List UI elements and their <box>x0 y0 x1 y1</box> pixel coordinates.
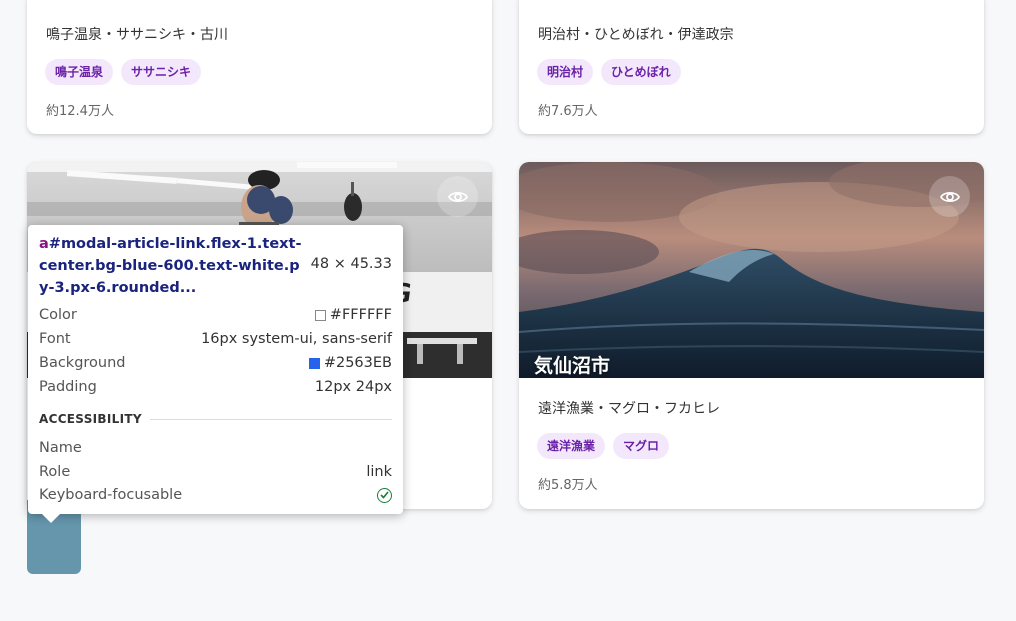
city-title: 気仙沼市 <box>534 355 611 377</box>
prop-color: Color #FFFFFF <box>39 305 392 325</box>
card-description: 明治村・ひとめぼれ・伊達政宗 <box>538 27 734 43</box>
card-population: 約12.4万人 <box>46 104 114 119</box>
eye-icon <box>939 191 960 202</box>
prop-value: 12px 24px <box>314 379 392 395</box>
prop-padding: Padding 12px 24px <box>39 377 392 397</box>
a11y-name: Name <box>39 438 392 458</box>
card-image <box>519 162 984 378</box>
accessibility-heading: ACCESSIBILITY <box>39 412 392 426</box>
prop-label: Font <box>39 331 71 347</box>
tag[interactable]: ひとめぼれ <box>601 59 681 85</box>
prop-label: Name <box>39 440 82 456</box>
card-tags: 遠洋漁業 マグロ <box>537 433 670 459</box>
prop-label: Background <box>39 355 126 371</box>
check-circle-icon <box>377 487 392 503</box>
prop-value-text: #2563EB <box>323 355 392 371</box>
color-swatch <box>308 357 320 369</box>
element-classes: #modal-article-link.flex-1.text-center.b… <box>39 236 302 296</box>
prop-background: Background #2563EB <box>39 353 392 373</box>
section-label: ACCESSIBILITY <box>39 412 142 426</box>
card-tags: 鳴子温泉 ササニシキ <box>45 59 202 85</box>
prop-label: Keyboard-focusable <box>39 487 183 503</box>
color-swatch <box>314 309 326 321</box>
element-size: 48 × 45.33 <box>310 256 392 272</box>
city-card-2[interactable]: 明治村・ひとめぼれ・伊達政宗 明治村 ひとめぼれ 約7.6万人 <box>519 0 984 134</box>
element-selector: a#modal-article-link.flex-1.text-center.… <box>39 233 309 299</box>
card-description: 鳴子温泉・ササニシキ・古川 <box>46 27 228 43</box>
prop-value: link <box>366 464 392 480</box>
prop-value: 16px system-ui, sans-serif <box>201 331 392 347</box>
tag[interactable]: 遠洋漁業 <box>537 433 606 459</box>
prop-value: #2563EB <box>308 355 392 371</box>
tooltip-arrow <box>42 514 60 523</box>
prop-value-text: #FFFFFF <box>329 307 392 323</box>
prop-label: Padding <box>39 379 97 395</box>
card-tags: 明治村 ひとめぼれ <box>537 59 681 85</box>
tag[interactable]: マグロ <box>613 433 670 459</box>
city-card-1[interactable]: 鳴子温泉・ササニシキ・古川 鳴子温泉 ササニシキ 約12.4万人 <box>27 0 492 134</box>
card-population: 約7.6万人 <box>538 104 598 119</box>
prop-label: Role <box>39 464 71 480</box>
view-button[interactable] <box>929 176 970 217</box>
divider <box>149 418 392 420</box>
prop-label: Color <box>39 307 77 323</box>
prop-font: Font 16px system-ui, sans-serif <box>39 329 392 349</box>
inspect-tooltip: a#modal-article-link.flex-1.text-center.… <box>28 225 403 523</box>
view-button[interactable] <box>437 176 478 217</box>
a11y-role: Role link <box>39 462 392 482</box>
tag[interactable]: 鳴子温泉 <box>45 59 114 85</box>
tag[interactable]: 明治村 <box>537 59 594 85</box>
element-tag: a <box>39 236 49 252</box>
city-card-kesennuma[interactable]: 気仙沼市 遠洋漁業・マグロ・フカヒレ 遠洋漁業 マグロ 約5.8万人 <box>519 162 984 509</box>
tag[interactable]: ササニシキ <box>121 59 202 85</box>
prop-value: #FFFFFF <box>314 307 392 323</box>
wave-photo <box>519 162 984 378</box>
eye-icon <box>447 191 468 202</box>
card-description: 遠洋漁業・マグロ・フカヒレ <box>538 401 720 417</box>
a11y-keyboard-focusable: Keyboard-focusable <box>39 485 392 505</box>
card-population: 約5.8万人 <box>538 478 598 493</box>
